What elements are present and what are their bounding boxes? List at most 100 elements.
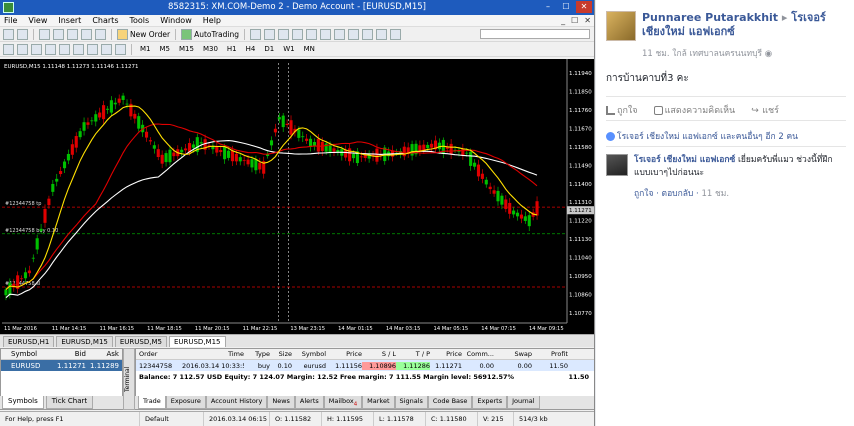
col-symbol[interactable]: Symbol bbox=[292, 350, 326, 358]
shift-icon[interactable] bbox=[348, 28, 359, 40]
terminal-side-label: Terminal bbox=[123, 348, 135, 410]
cursor-icon[interactable] bbox=[3, 43, 14, 55]
data-window-icon[interactable] bbox=[53, 28, 64, 40]
share-button[interactable]: ↪ แชร์ bbox=[751, 103, 779, 117]
tab-mailbox[interactable]: Mailbox4 bbox=[323, 396, 363, 409]
chart-tab[interactable]: EURUSD,H1 bbox=[3, 335, 55, 347]
poster-name[interactable]: Punnaree Putarakkhit bbox=[642, 11, 778, 24]
order-row[interactable]: 12344758 2016.03.14 10:33:55 buy 0.10 eu… bbox=[136, 360, 594, 371]
channel-icon[interactable] bbox=[73, 43, 84, 55]
text-icon[interactable] bbox=[101, 43, 112, 55]
menu-window[interactable]: Window bbox=[160, 16, 192, 25]
timeframe-mn[interactable]: MN bbox=[301, 45, 318, 53]
mw-header-bid[interactable]: Bid bbox=[49, 350, 86, 358]
col-time[interactable]: Time bbox=[182, 350, 244, 358]
mw-row-eurusd[interactable]: EURUSD 1.11271 1.11289 bbox=[1, 360, 122, 371]
trendline-icon[interactable] bbox=[59, 43, 70, 55]
chart-tab[interactable]: EURUSD,M5 bbox=[114, 335, 167, 347]
navigator-icon[interactable] bbox=[67, 28, 78, 40]
mw-header-ask[interactable]: Ask bbox=[86, 350, 122, 358]
timeframe-w1[interactable]: W1 bbox=[280, 45, 297, 53]
col-profit[interactable]: Profit bbox=[532, 350, 574, 358]
col-type[interactable]: Type bbox=[244, 350, 270, 358]
comment-like-link[interactable]: ถูกใจ bbox=[634, 189, 653, 199]
indicators-icon[interactable] bbox=[362, 28, 373, 40]
col-swap[interactable]: Swap bbox=[494, 350, 532, 358]
tab-code-base[interactable]: Code Base bbox=[427, 396, 473, 409]
col-price[interactable]: Price bbox=[326, 350, 362, 358]
commenter-avatar[interactable] bbox=[606, 154, 628, 176]
comment-button[interactable]: แสดงความคิดเห็น bbox=[653, 103, 735, 117]
menu-tools[interactable]: Tools bbox=[129, 16, 149, 25]
poster-avatar[interactable] bbox=[606, 11, 636, 41]
commenter-name[interactable]: โรเจอร์ เชียงใหม่ แอฟเอกซ์ bbox=[634, 155, 735, 165]
search-input[interactable] bbox=[480, 29, 590, 39]
tester-icon[interactable] bbox=[95, 28, 106, 40]
vertical-line-icon[interactable] bbox=[31, 43, 42, 55]
mdi-restore-button[interactable]: ☐ bbox=[571, 16, 578, 25]
crosshair-icon[interactable] bbox=[17, 43, 28, 55]
autotrading-button[interactable]: AutoTrading bbox=[181, 28, 239, 40]
mdi-close-button[interactable]: ✕ bbox=[584, 16, 591, 25]
tab-signals[interactable]: Signals bbox=[394, 396, 428, 409]
col-order[interactable]: Order bbox=[136, 350, 182, 358]
autoscroll-icon[interactable] bbox=[334, 28, 345, 40]
timeframe-m5[interactable]: M5 bbox=[157, 45, 174, 53]
maximize-button[interactable]: ☐ bbox=[558, 1, 574, 13]
menu-help[interactable]: Help bbox=[203, 16, 221, 25]
tab-journal[interactable]: Journal bbox=[507, 396, 540, 409]
tab-experts[interactable]: Experts bbox=[472, 396, 508, 409]
thumb-icon bbox=[606, 106, 615, 115]
col-sl[interactable]: S / L bbox=[362, 350, 396, 358]
tab-exposure[interactable]: Exposure bbox=[165, 396, 206, 409]
periods-icon[interactable] bbox=[376, 28, 387, 40]
zoom-in-icon[interactable] bbox=[292, 28, 303, 40]
close-button[interactable]: ✕ bbox=[576, 1, 592, 13]
timeframe-m30[interactable]: M30 bbox=[200, 45, 221, 53]
chart-tab-active[interactable]: EURUSD,M15 bbox=[168, 335, 226, 347]
timeframe-d1[interactable]: D1 bbox=[261, 45, 277, 53]
timeframe-m15[interactable]: M15 bbox=[176, 45, 197, 53]
chart-tab[interactable]: EURUSD,M15 bbox=[56, 335, 113, 347]
timeframe-h1[interactable]: H1 bbox=[224, 45, 240, 53]
tab-account-history[interactable]: Account History bbox=[205, 396, 268, 409]
tab-market[interactable]: Market bbox=[362, 396, 395, 409]
market-watch-icon[interactable] bbox=[39, 28, 50, 40]
bar-chart-icon[interactable] bbox=[250, 28, 261, 40]
col-size[interactable]: Size bbox=[270, 350, 292, 358]
menu-insert[interactable]: Insert bbox=[58, 16, 81, 25]
zoom-out-icon[interactable] bbox=[306, 28, 317, 40]
menu-charts[interactable]: Charts bbox=[92, 16, 118, 25]
likes-summary[interactable]: โรเจอร์ เชียงใหม่ แอฟเอกซ์ และคนอื่นๆ อี… bbox=[606, 129, 798, 143]
new-order-button[interactable]: New Order bbox=[117, 28, 170, 40]
timeframe-m1[interactable]: M1 bbox=[137, 45, 154, 53]
like-button[interactable]: ถูกใจ bbox=[606, 103, 638, 117]
arrow-icon[interactable] bbox=[115, 43, 126, 55]
comment-reply-link[interactable]: ตอบกลับ bbox=[662, 189, 694, 199]
chart-canvas[interactable]: 1.11940 1.11850 1.11760 1.11670 1.11580 1.114… bbox=[0, 59, 595, 334]
tab-symbols[interactable]: Symbols bbox=[2, 396, 44, 409]
tile-icon[interactable] bbox=[320, 28, 331, 40]
col-commission[interactable]: Comm... bbox=[462, 350, 494, 358]
tab-alerts[interactable]: Alerts bbox=[294, 396, 324, 409]
fibonacci-icon[interactable] bbox=[87, 43, 98, 55]
price-chart[interactable]: 1.11940 1.11850 1.11760 1.11670 1.11580 1.114… bbox=[0, 59, 595, 334]
col-price2[interactable]: Price bbox=[430, 350, 462, 358]
line-chart-icon[interactable] bbox=[278, 28, 289, 40]
tab-tick-chart[interactable]: Tick Chart bbox=[45, 396, 94, 409]
candles-icon[interactable] bbox=[264, 28, 275, 40]
new-chart-icon[interactable] bbox=[3, 28, 14, 40]
horizontal-line-icon[interactable] bbox=[45, 43, 56, 55]
tab-news[interactable]: News bbox=[267, 396, 295, 409]
mw-header-symbol[interactable]: Symbol bbox=[1, 350, 49, 358]
col-tp[interactable]: T / P bbox=[396, 350, 430, 358]
timeframe-h4[interactable]: H4 bbox=[243, 45, 259, 53]
menu-view[interactable]: View bbox=[28, 16, 47, 25]
profiles-icon[interactable] bbox=[17, 28, 28, 40]
tab-trade[interactable]: Trade bbox=[138, 396, 166, 409]
templates-icon[interactable] bbox=[390, 28, 401, 40]
mdi-minimize-button[interactable]: _ bbox=[561, 16, 565, 25]
menu-file[interactable]: File bbox=[4, 16, 17, 25]
terminal-icon[interactable] bbox=[81, 28, 92, 40]
minimize-button[interactable]: – bbox=[540, 1, 556, 13]
